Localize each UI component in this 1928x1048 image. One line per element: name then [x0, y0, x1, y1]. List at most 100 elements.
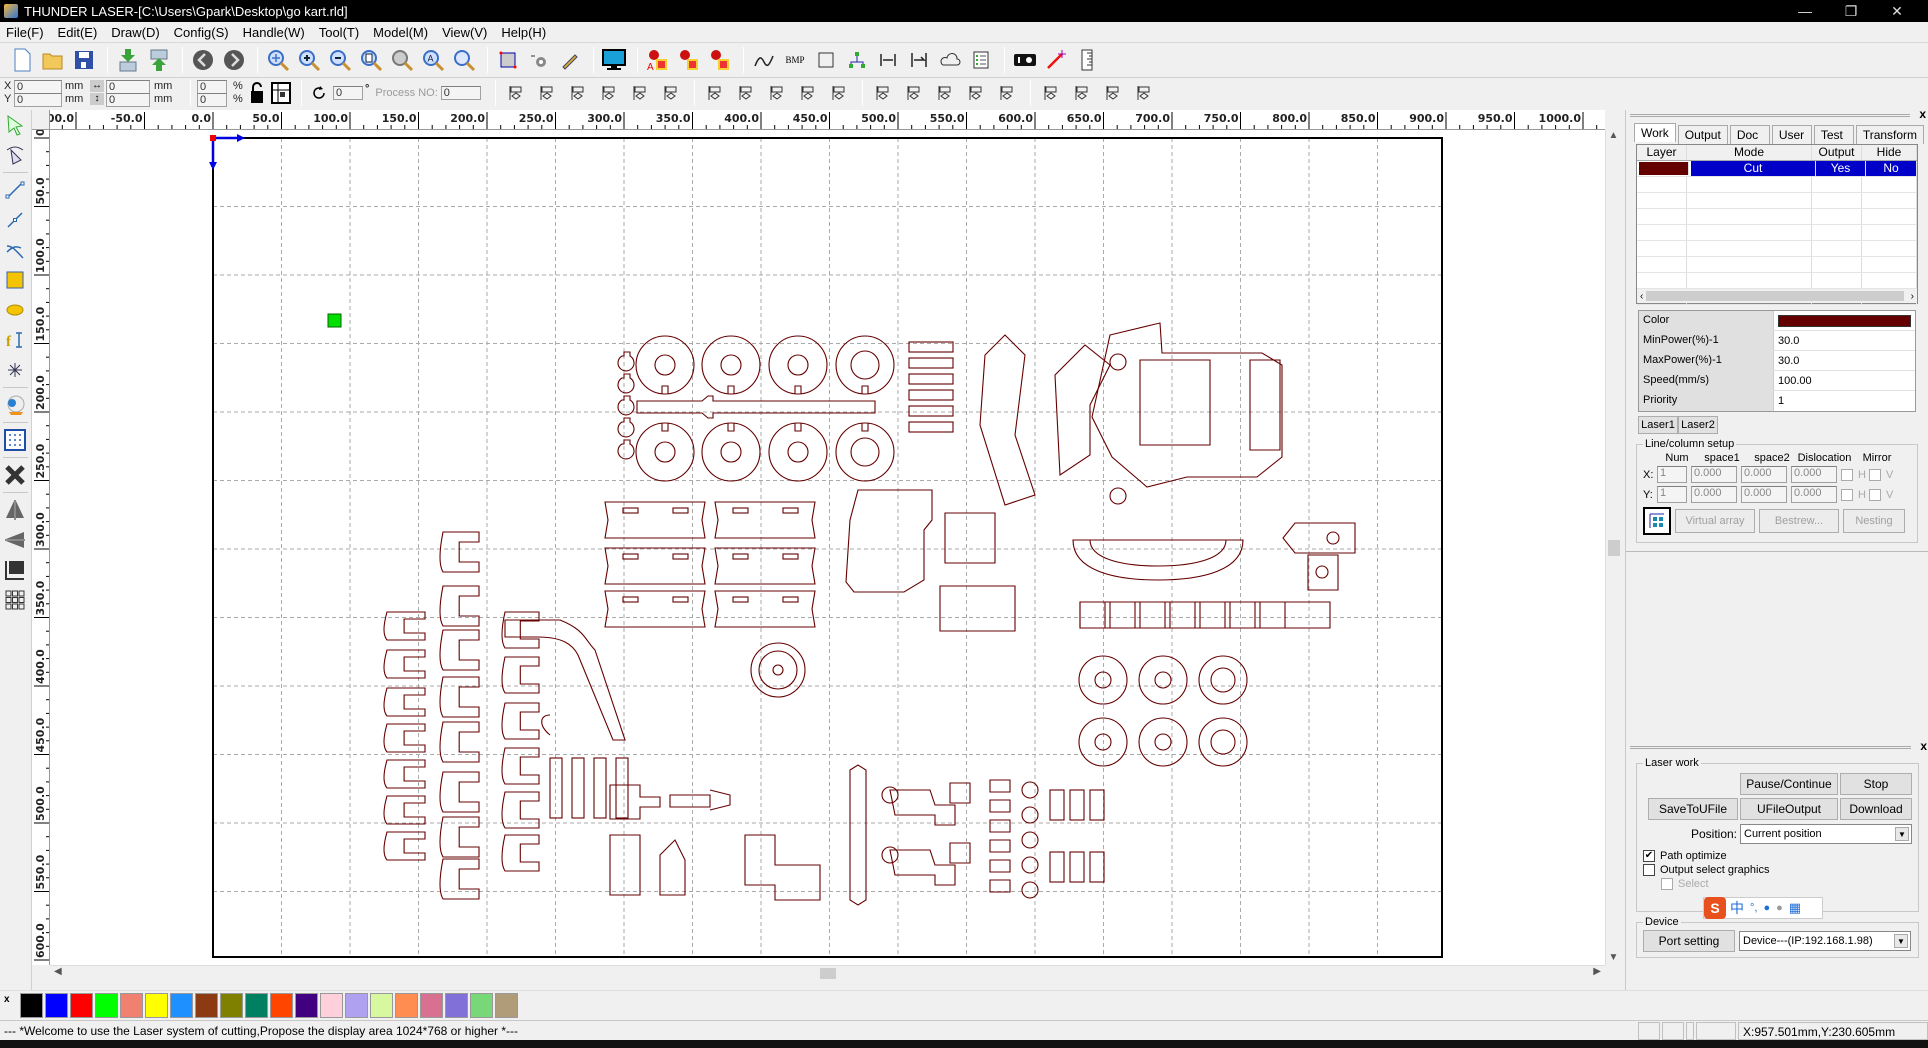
y-mirror-h-checkbox[interactable]: [1841, 488, 1853, 501]
menu-view[interactable]: View(V): [442, 25, 487, 40]
palette-close-icon[interactable]: x: [4, 994, 10, 1005]
undo-icon[interactable]: [189, 46, 217, 74]
scroll-left-icon[interactable]: ◀: [54, 966, 62, 977]
prop-minpower[interactable]: MinPower(%)-1 30.0: [1639, 331, 1915, 351]
panel-grip[interactable]: x: [1630, 739, 1927, 753]
menu-tool[interactable]: Tool(T): [319, 25, 359, 40]
zoom-pan-icon[interactable]: [264, 46, 292, 74]
menu-config[interactable]: Config(S): [174, 25, 229, 40]
height-arrow-icon[interactable]: ↕: [90, 93, 104, 105]
prop-priority[interactable]: Priority 1: [1639, 391, 1915, 411]
sogou-logo-icon[interactable]: S: [1704, 897, 1726, 919]
prop-maxpower[interactable]: MaxPower(%)-1 30.0: [1639, 351, 1915, 371]
curve-icon[interactable]: [750, 46, 778, 74]
layer-color-swatch[interactable]: [1639, 162, 1689, 175]
laser-pointer-icon[interactable]: [1042, 46, 1070, 74]
grid-menu-icon[interactable]: ▦: [1789, 900, 1801, 916]
tab-transform[interactable]: Transform: [1855, 125, 1925, 144]
zoom-in-icon[interactable]: [295, 46, 323, 74]
y-mirror-v-checkbox[interactable]: [1868, 488, 1881, 501]
ime-toolbar[interactable]: S 中 °, ● ● ▦: [1703, 897, 1823, 919]
redo-icon[interactable]: [220, 46, 248, 74]
y-scale-input[interactable]: 0: [197, 93, 227, 107]
align-right-icon[interactable]: [533, 79, 561, 107]
menu-handle[interactable]: Handle(W): [243, 25, 305, 40]
palette-color-swatch[interactable]: [120, 993, 143, 1018]
checklist-icon[interactable]: [967, 46, 995, 74]
prop-speed[interactable]: Speed(mm/s) 100.00: [1639, 371, 1915, 391]
menu-edit[interactable]: Edit(E): [58, 25, 98, 40]
palette-color-swatch[interactable]: [370, 993, 393, 1018]
chevron-down-icon[interactable]: ▼: [1895, 827, 1909, 841]
stop-button[interactable]: Stop: [1840, 773, 1912, 795]
menu-draw[interactable]: Draw(D): [111, 25, 159, 40]
x-scale-input[interactable]: 0: [197, 80, 227, 94]
align-end-icon[interactable]: [905, 46, 933, 74]
pause-continue-button[interactable]: Pause/Continue: [1740, 773, 1838, 795]
y-num-input[interactable]: 1: [1657, 486, 1687, 503]
tab-doc[interactable]: Doc: [1729, 125, 1770, 144]
position-select[interactable]: Current position ▼: [1740, 824, 1912, 844]
palette-color-swatch[interactable]: [270, 993, 293, 1018]
nesting-button[interactable]: Nesting: [1843, 509, 1905, 533]
rectangle-tool-icon[interactable]: [0, 265, 30, 295]
port-setting-button[interactable]: Port setting: [1643, 930, 1735, 952]
import-icon[interactable]: [114, 46, 142, 74]
align-corner-icon[interactable]: [0, 555, 30, 585]
x-mirror-v-checkbox[interactable]: [1868, 468, 1881, 481]
x-position-input[interactable]: 0: [14, 80, 62, 94]
laser1-tab[interactable]: Laser1: [1638, 416, 1678, 434]
palette-color-swatch[interactable]: [295, 993, 318, 1018]
scroll-up-icon[interactable]: ▲: [1606, 130, 1621, 141]
select-option[interactable]: Select: [1661, 878, 1912, 890]
layer-hide[interactable]: No: [1866, 161, 1917, 176]
move-top-left-icon[interactable]: [869, 79, 897, 107]
align-bottom-icon[interactable]: [595, 79, 623, 107]
layer-mode[interactable]: Cut: [1691, 161, 1816, 176]
scroll-right-icon[interactable]: ▶: [1593, 966, 1601, 977]
x-num-input[interactable]: 1: [1657, 466, 1687, 483]
distribute-left-icon[interactable]: [1037, 79, 1065, 107]
height-input[interactable]: 0: [106, 93, 150, 107]
palette-color-swatch[interactable]: [20, 993, 43, 1018]
save-to-ufile-button[interactable]: SaveToUFile: [1648, 798, 1738, 820]
vertical-scroll-thumb[interactable]: [1608, 540, 1620, 556]
select-arrow-icon[interactable]: [0, 110, 30, 140]
ime-punctuation-icon[interactable]: °,: [1750, 902, 1757, 914]
move-top-right-icon[interactable]: [900, 79, 928, 107]
output-select-checkbox[interactable]: [1643, 864, 1655, 876]
lock-ratio-icon[interactable]: [247, 79, 267, 107]
monitor-icon[interactable]: [600, 46, 628, 74]
restore-button[interactable]: ❐: [1828, 0, 1874, 22]
horizontal-scroll-thumb[interactable]: [820, 968, 836, 979]
menu-help[interactable]: Help(H): [501, 25, 546, 40]
x-space2-input[interactable]: 0.000: [1741, 466, 1787, 483]
palette-color-swatch[interactable]: [495, 993, 518, 1018]
color-swatch[interactable]: [1778, 315, 1911, 327]
mirror-horizontal-icon[interactable]: [0, 495, 30, 525]
tab-work[interactable]: Work: [1634, 123, 1676, 142]
device-icon[interactable]: [1011, 46, 1039, 74]
tab-user[interactable]: User: [1771, 125, 1812, 144]
ime-chinese-icon[interactable]: 中: [1730, 898, 1744, 918]
palette-color-swatch[interactable]: [195, 993, 218, 1018]
layer-move-icon[interactable]: [675, 46, 703, 74]
move-bottom-left-icon[interactable]: [962, 79, 990, 107]
same-size-h-icon[interactable]: [763, 79, 791, 107]
export-icon[interactable]: [145, 46, 173, 74]
zoom-out-icon[interactable]: [326, 46, 354, 74]
layer-output[interactable]: Yes: [1816, 161, 1866, 176]
prop-color[interactable]: Color: [1639, 311, 1915, 331]
zoom-page-icon[interactable]: [357, 46, 385, 74]
palette-color-swatch[interactable]: [45, 993, 68, 1018]
palette-color-swatch[interactable]: [470, 993, 493, 1018]
connect-icon[interactable]: [843, 46, 871, 74]
vertical-scrollbar[interactable]: ▲ ▼: [1605, 130, 1621, 965]
y-space1-input[interactable]: 0.000: [1691, 486, 1737, 503]
move-bottom-right-icon[interactable]: [931, 79, 959, 107]
rotate-icon[interactable]: [308, 79, 330, 107]
x-dislocation-input[interactable]: 0.000: [1791, 466, 1837, 483]
mirror-vertical-icon[interactable]: [0, 525, 30, 555]
panel-close-icon[interactable]: x: [1920, 739, 1927, 753]
close-button[interactable]: ✕: [1874, 0, 1920, 22]
